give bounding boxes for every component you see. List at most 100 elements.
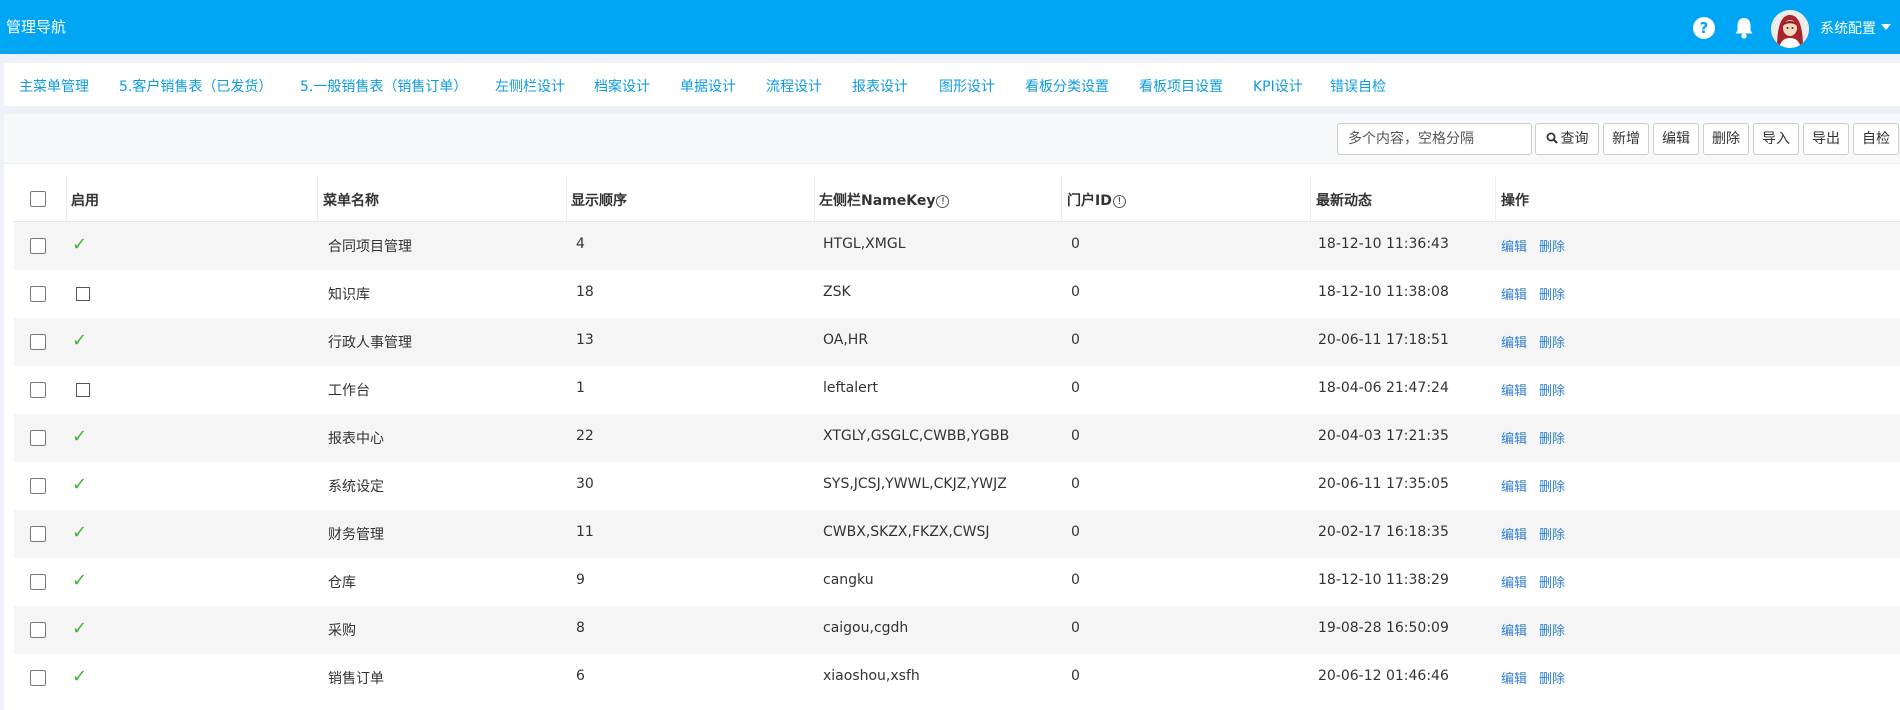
table-row: ✓ 财务管理 11 CWBX,SKZX,FKZX,CWSJ 0 20-02-17 16:1… [14,510,1900,558]
row-delete-link[interactable]: 删除 [1539,476,1565,495]
row-checkbox[interactable] [30,238,46,254]
col-namekey-label: 左侧栏NameKey [819,193,936,209]
tab-document-design[interactable]: 单据设计 [680,76,736,96]
col-menu-name: 菜单名称 [323,193,379,209]
cell-latest: 18-12-10 11:38:08 [1318,284,1449,300]
cell-namekey: SYS,JCSJ,YWWL,CKJZ,YWJZ [823,476,1007,492]
row-checkbox[interactable] [30,286,46,302]
select-all-checkbox[interactable] [30,191,46,207]
cell-namekey: HTGL,XMGL [823,236,906,252]
cell-latest: 20-06-11 17:35:05 [1318,476,1449,492]
unchecked-box-icon [76,287,90,301]
cell-namekey: caigou,cgdh [823,620,909,636]
cell-menu-name: 报表中心 [328,431,384,447]
help-icon[interactable]: ? [1693,17,1715,39]
delete-button[interactable]: 删除 [1703,123,1749,155]
edit-button[interactable]: 编辑 [1653,123,1699,155]
cell-namekey: xiaoshou,xsfh [823,668,920,684]
tab-kpi-design[interactable]: KPI设计 [1253,76,1303,96]
row-edit-link[interactable]: 编辑 [1501,236,1527,255]
tab-general-sales[interactable]: 5.一般销售表（销售订单） [300,76,467,96]
row-delete-link[interactable]: 删除 [1539,380,1565,399]
row-delete-link[interactable]: 删除 [1539,572,1565,591]
table-row: ✓ 销售订单 6 xiaoshou,xsfh 0 20-06-12 01:46:46 编辑删… [14,654,1900,702]
check-icon: ✓ [72,570,88,591]
row-edit-link[interactable]: 编辑 [1501,572,1527,591]
cell-portal-id: 0 [1071,620,1080,636]
cell-latest: 20-04-03 17:21:35 [1318,428,1449,444]
row-checkbox[interactable] [30,382,46,398]
tab-main-menu[interactable]: 主菜单管理 [19,76,89,96]
cell-portal-id: 0 [1071,380,1080,396]
cell-order: 22 [576,428,594,444]
col-order: 显示顺序 [571,193,627,209]
row-edit-link[interactable]: 编辑 [1501,668,1527,687]
tab-sidebar-design[interactable]: 左侧栏设计 [495,76,565,96]
tab-report-design[interactable]: 报表设计 [852,76,908,96]
row-delete-link[interactable]: 删除 [1539,236,1565,255]
chevron-down-icon[interactable] [1881,24,1891,30]
row-checkbox[interactable] [30,478,46,494]
row-checkbox[interactable] [30,670,46,686]
tab-process-design[interactable]: 流程设计 [766,76,822,96]
row-edit-link[interactable]: 编辑 [1501,380,1527,399]
tab-board-category[interactable]: 看板分类设置 [1025,76,1109,96]
row-delete-link[interactable]: 删除 [1539,524,1565,543]
row-checkbox[interactable] [30,334,46,350]
cell-order: 8 [576,620,585,636]
cell-latest: 19-08-28 16:50:09 [1318,620,1449,636]
row-edit-link[interactable]: 编辑 [1501,620,1527,639]
row-checkbox[interactable] [30,622,46,638]
cell-namekey: CWBX,SKZX,FKZX,CWSJ [823,524,990,540]
query-button[interactable]: 查询 [1535,123,1599,155]
tab-board-items[interactable]: 看板项目设置 [1139,76,1223,96]
cell-order: 4 [576,236,585,252]
row-checkbox[interactable] [30,526,46,542]
check-icon: ✓ [72,474,88,495]
table-body: ✓ 合同项目管理 4 HTGL,XMGL 0 18-12-10 11:36:43 编辑 删除知… [14,222,1900,702]
cell-portal-id: 0 [1071,332,1080,348]
export-button[interactable]: 导出 [1803,123,1849,155]
row-checkbox[interactable] [30,574,46,590]
info-icon[interactable]: ! [936,195,950,208]
row-checkbox[interactable] [30,430,46,446]
tab-graphic-design[interactable]: 图形设计 [939,76,995,96]
cell-latest: 18-04-06 21:47:24 [1318,380,1449,396]
avatar[interactable] [1771,10,1809,48]
cell-order: 18 [576,284,594,300]
search-icon [1546,125,1558,144]
tab-customer-sales[interactable]: 5.客户销售表（已发货） [119,76,272,96]
row-edit-link[interactable]: 编辑 [1501,332,1527,351]
row-delete-link[interactable]: 删除 [1539,332,1565,351]
tab-error-selfcheck[interactable]: 错误自检 [1330,76,1386,96]
row-delete-link[interactable]: 删除 [1539,620,1565,639]
cell-menu-name: 仓库 [328,575,356,591]
col-latest: 最新动态 [1316,193,1372,209]
row-edit-link[interactable]: 编辑 [1501,476,1527,495]
row-delete-link[interactable]: 删除 [1539,668,1565,687]
add-button[interactable]: 新增 [1603,123,1649,155]
cell-menu-name: 合同项目管理 [328,239,412,255]
import-button[interactable]: 导入 [1753,123,1799,155]
col-portal-id: 门户ID! [1067,190,1126,210]
bell-icon[interactable] [1733,16,1755,40]
selfcheck-button[interactable]: 自检 [1853,123,1899,155]
row-delete-link[interactable]: 删除 [1539,284,1565,303]
cell-portal-id: 0 [1071,572,1080,588]
cell-menu-name: 知识库 [328,287,370,303]
table-row: 工作台 1 leftalert 0 18-04-06 21:47:24 编辑 删除 [14,366,1900,414]
table-row: ✓ 行政人事管理 13 OA,HR 0 20-06-11 17:18:51 编辑 删除 [14,318,1900,366]
row-delete-link[interactable]: 删除 [1539,428,1565,447]
table-header: 启用 菜单名称 显示顺序 左侧栏NameKey! 门户ID! 最新动态 操作 [14,176,1900,222]
row-edit-link[interactable]: 编辑 [1501,428,1527,447]
row-edit-link[interactable]: 编辑 [1501,524,1527,543]
tab-archive-design[interactable]: 档案设计 [594,76,650,96]
check-icon: ✓ [72,330,88,351]
row-edit-link[interactable]: 编辑 [1501,284,1527,303]
cell-order: 30 [576,476,594,492]
cell-menu-name: 系统设定 [328,479,384,495]
info-icon[interactable]: ! [1112,195,1126,208]
user-name[interactable]: 系统配置 [1820,18,1876,38]
cell-menu-name: 工作台 [328,383,370,399]
search-input[interactable] [1337,123,1532,155]
